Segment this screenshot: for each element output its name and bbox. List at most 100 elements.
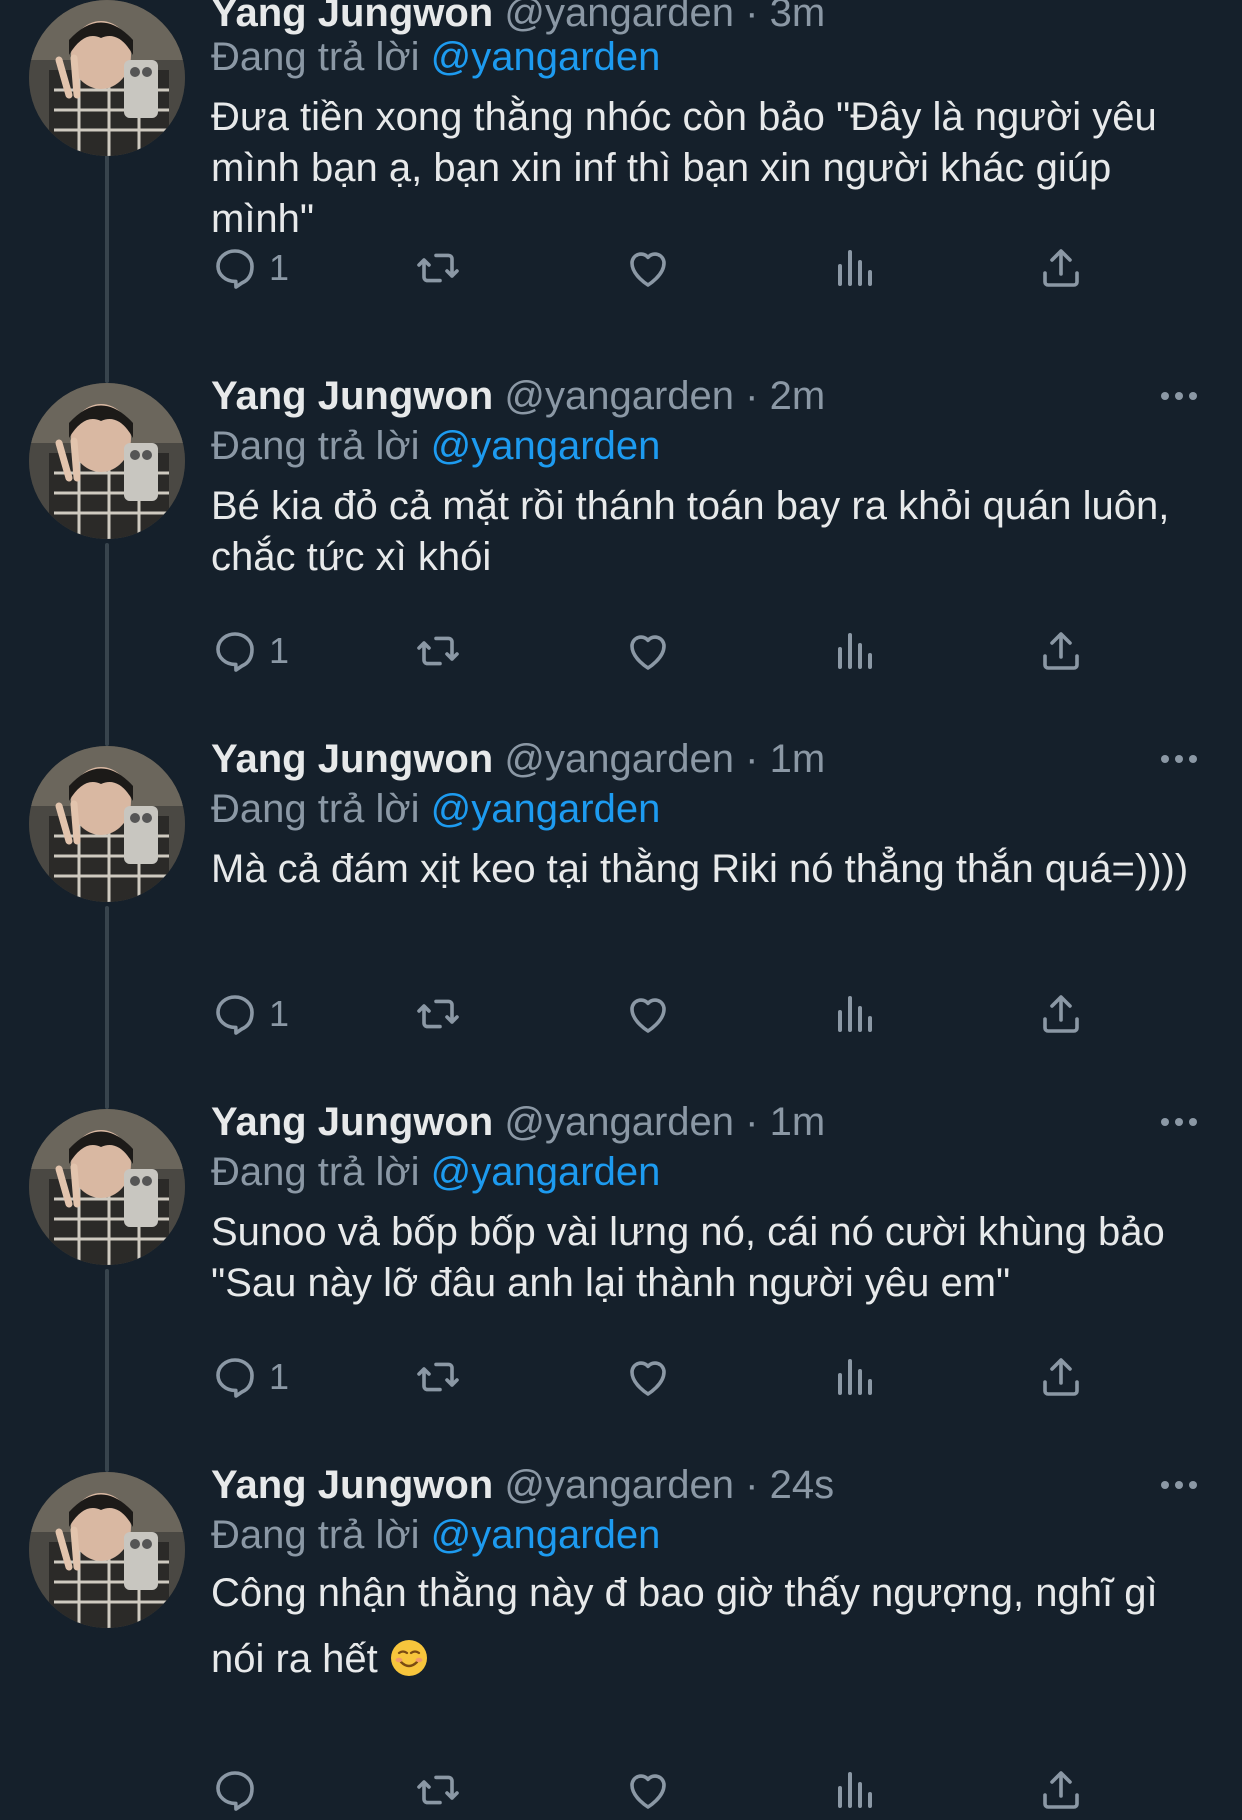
timestamp[interactable]: 1m: [770, 1100, 826, 1144]
reply-prefix: Đang trả lời: [211, 35, 420, 79]
display-name[interactable]: Yang Jungwon: [211, 0, 493, 35]
handle[interactable]: @yangarden: [504, 0, 734, 35]
reply-button[interactable]: 1: [211, 1347, 289, 1407]
avatar[interactable]: [29, 1472, 185, 1628]
reply-prefix: Đang trả lời: [211, 787, 420, 831]
views-icon: [831, 627, 879, 675]
retweet-button[interactable]: [414, 984, 462, 1044]
share-button[interactable]: [1037, 1760, 1085, 1820]
like-icon: [624, 990, 672, 1038]
reply-context: Đang trả lời @yangarden: [211, 1147, 660, 1197]
display-name[interactable]: Yang Jungwon: [211, 737, 493, 781]
reply-mention[interactable]: @yangarden: [431, 1513, 661, 1557]
reply-count: 1: [269, 1356, 290, 1397]
display-name[interactable]: Yang Jungwon: [211, 1100, 493, 1144]
reply-mention[interactable]: @yangarden: [431, 35, 661, 79]
retweet-icon: [414, 1353, 462, 1401]
more-icon: [1159, 1118, 1199, 1141]
views-button[interactable]: [831, 621, 879, 681]
retweet-button[interactable]: [414, 1760, 462, 1820]
tweet-header: Yang Jungwon @yangarden · 24s: [211, 1460, 834, 1510]
views-button[interactable]: [831, 1347, 879, 1407]
handle[interactable]: @yangarden: [504, 737, 734, 781]
like-icon: [624, 1353, 672, 1401]
reply-button[interactable]: 1: [211, 984, 289, 1044]
handle[interactable]: @yangarden: [504, 1100, 734, 1144]
handle[interactable]: @yangarden: [504, 374, 734, 418]
reply-button[interactable]: 1: [211, 238, 289, 298]
retweet-icon: [414, 990, 462, 1038]
retweet-button[interactable]: [414, 1347, 462, 1407]
reply-mention[interactable]: @yangarden: [431, 1150, 661, 1194]
share-button[interactable]: [1037, 238, 1085, 298]
more-options-button[interactable]: [1159, 1107, 1199, 1137]
action-bar: 1: [211, 621, 1091, 681]
like-icon: [624, 627, 672, 675]
reply-icon: [211, 990, 259, 1038]
share-button[interactable]: [1037, 1347, 1085, 1407]
more-options-button[interactable]: [1159, 1470, 1199, 1500]
share-button[interactable]: [1037, 621, 1085, 681]
display-name[interactable]: Yang Jungwon: [211, 374, 493, 418]
reply-mention[interactable]: @yangarden: [431, 787, 661, 831]
more-icon: [1159, 1481, 1199, 1504]
reply-icon: [211, 627, 259, 675]
reply-icon: [211, 1766, 259, 1814]
handle[interactable]: @yangarden: [504, 1463, 734, 1507]
like-button[interactable]: [624, 621, 672, 681]
reply-mention[interactable]: @yangarden: [431, 424, 661, 468]
share-icon: [1037, 990, 1085, 1038]
like-icon: [624, 244, 672, 292]
tweet[interactable]: Yang Jungwon @yangarden · 1m Đang trả lờ…: [0, 726, 1242, 1089]
more-options-button[interactable]: [1159, 381, 1199, 411]
retweet-button[interactable]: [414, 621, 462, 681]
reply-button[interactable]: [211, 1760, 269, 1820]
tweet[interactable]: Yang Jungwon @yangarden · 2m Đang trả lờ…: [0, 363, 1242, 726]
separator: ·: [745, 737, 759, 781]
views-button[interactable]: [831, 238, 879, 298]
like-button[interactable]: [624, 238, 672, 298]
share-button[interactable]: [1037, 984, 1085, 1044]
tweet-text-container: Công nhận thằng này đ bao giờ thấy ngượn…: [211, 1560, 1201, 1692]
tweet-header: Yang Jungwon @yangarden · 2m: [211, 371, 825, 421]
avatar[interactable]: [29, 0, 185, 156]
reply-count: 1: [269, 630, 290, 671]
reply-context: Đang trả lời @yangarden: [211, 32, 660, 82]
tweet[interactable]: Yang Jungwon @yangarden · 3m Đang trả lờ…: [0, 0, 1242, 343]
timestamp[interactable]: 3m: [770, 0, 826, 35]
views-button[interactable]: [831, 984, 879, 1044]
avatar[interactable]: [29, 383, 185, 539]
like-button[interactable]: [624, 984, 672, 1044]
display-name[interactable]: Yang Jungwon: [211, 1463, 493, 1507]
timestamp[interactable]: 2m: [770, 374, 826, 418]
tweet-text: Công nhận thằng này đ bao giờ thấy ngượn…: [211, 1571, 1158, 1681]
views-icon: [831, 990, 879, 1038]
timestamp[interactable]: 1m: [770, 737, 826, 781]
views-icon: [831, 1766, 879, 1814]
views-icon: [831, 244, 879, 292]
separator: ·: [745, 1100, 759, 1144]
separator: ·: [745, 1463, 759, 1507]
tweet-header: Yang Jungwon @yangarden · 1m: [211, 1097, 825, 1147]
tweet[interactable]: Yang Jungwon @yangarden · 24s Đang trả l…: [0, 1452, 1242, 1815]
retweet-icon: [414, 1766, 462, 1814]
views-button[interactable]: [831, 1760, 879, 1820]
more-options-button[interactable]: [1159, 744, 1199, 774]
like-button[interactable]: [624, 1347, 672, 1407]
reply-count: 1: [269, 993, 290, 1034]
avatar[interactable]: [29, 1109, 185, 1265]
like-button[interactable]: [624, 1760, 672, 1820]
action-bar: 1: [211, 238, 1091, 298]
action-bar: [211, 1760, 1091, 1820]
retweet-button[interactable]: [414, 238, 462, 298]
tweet[interactable]: Yang Jungwon @yangarden · 1m Đang trả lờ…: [0, 1089, 1242, 1452]
reply-button[interactable]: 1: [211, 621, 289, 681]
tweet-text: Đưa tiền xong thằng nhóc còn bảo "Đây là…: [211, 95, 1157, 241]
action-bar: 1: [211, 984, 1091, 1044]
share-icon: [1037, 244, 1085, 292]
separator: ·: [745, 0, 759, 35]
reply-prefix: Đang trả lời: [211, 1513, 420, 1557]
timestamp[interactable]: 24s: [770, 1463, 835, 1507]
avatar[interactable]: [29, 746, 185, 902]
separator: ·: [745, 374, 759, 418]
